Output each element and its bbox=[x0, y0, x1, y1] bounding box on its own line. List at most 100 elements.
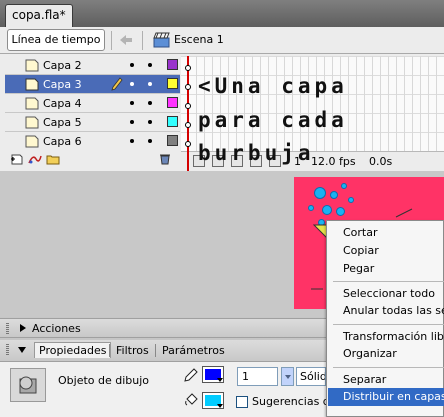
panel-grip[interactable] bbox=[6, 343, 9, 355]
stroke-hinting-checkbox[interactable] bbox=[236, 396, 248, 408]
back-arrow-icon[interactable] bbox=[117, 31, 135, 49]
collapse-arrow-icon[interactable] bbox=[18, 347, 26, 353]
glass-base-shape bbox=[311, 288, 323, 290]
visibility-dot[interactable] bbox=[130, 82, 134, 86]
menu-separator bbox=[333, 367, 444, 368]
playhead[interactable] bbox=[187, 56, 189, 171]
actions-panel-label[interactable]: Acciones bbox=[32, 322, 81, 335]
insert-layer-icon[interactable] bbox=[10, 153, 24, 165]
layer-page-icon bbox=[25, 59, 39, 72]
layer-list: Capa 2 Capa 3 Capa 4 Capa 5 Capa 6 bbox=[0, 56, 180, 151]
menu-item-anular-selecciones[interactable]: Anular todas las selecciones bbox=[328, 302, 444, 320]
document-tab[interactable]: copa.fla* bbox=[5, 4, 73, 27]
fill-bucket-icon bbox=[185, 393, 198, 406]
stroke-height-dropdown[interactable] bbox=[281, 367, 294, 386]
scene-clapperboard-icon bbox=[153, 32, 170, 48]
stroke-color-pencil-icon bbox=[184, 368, 198, 382]
drawing-object-thumbnail bbox=[10, 368, 46, 402]
frame-grid[interactable] bbox=[181, 56, 444, 151]
layer-row-capa-3[interactable]: Capa 3 bbox=[5, 75, 180, 94]
menu-item-distribuir-en-capas[interactable]: Distribuir en capas bbox=[328, 388, 444, 406]
stroke-height-input[interactable]: 1 bbox=[237, 367, 278, 386]
layer-name: Capa 4 bbox=[43, 97, 82, 110]
scene-label[interactable]: Escena 1 bbox=[174, 33, 224, 46]
menu-item-cortar[interactable]: Cortar bbox=[328, 224, 444, 242]
tab-divider bbox=[109, 344, 110, 357]
bubble[interactable] bbox=[322, 205, 332, 215]
tab-propiedades[interactable]: Propiedades bbox=[34, 342, 112, 358]
visibility-dot[interactable] bbox=[130, 139, 134, 143]
stroke-color-picker[interactable] bbox=[202, 366, 224, 383]
lock-dot[interactable] bbox=[148, 82, 152, 86]
menu-item-organizar[interactable]: Organizar bbox=[328, 345, 444, 363]
layer-page-icon bbox=[25, 135, 39, 148]
visibility-dot[interactable] bbox=[130, 101, 134, 105]
lock-dot[interactable] bbox=[148, 101, 152, 105]
bubble[interactable] bbox=[336, 207, 345, 216]
menu-item-separar[interactable]: Separar bbox=[328, 371, 444, 389]
annotation-line-1: <Una capa bbox=[198, 74, 348, 98]
menu-item-copiar[interactable]: Copiar bbox=[328, 242, 444, 260]
bubble[interactable] bbox=[330, 191, 338, 199]
pencil-icon bbox=[111, 77, 123, 91]
dropdown-arrow-icon bbox=[217, 378, 223, 382]
menu-item-seleccionar-todo[interactable]: Seleccionar todo bbox=[328, 285, 444, 303]
fill-color-picker[interactable] bbox=[202, 392, 224, 409]
actions-panel-bar[interactable]: Acciones bbox=[0, 318, 326, 338]
expand-arrow-icon[interactable] bbox=[20, 324, 26, 332]
toolbar-divider bbox=[142, 31, 143, 50]
layer-page-icon bbox=[25, 78, 39, 91]
timeline-toggle-button[interactable]: Línea de tiempo bbox=[7, 29, 105, 51]
layer-name: Capa 5 bbox=[43, 116, 82, 129]
menu-item-transformacion-libre[interactable]: Transformación libre bbox=[328, 328, 444, 346]
lock-dot[interactable] bbox=[148, 120, 152, 124]
properties-panel-bar: Propiedades Filtros Parámetros bbox=[0, 340, 326, 362]
elapsed-time-readout: 0.0s bbox=[369, 155, 393, 168]
frame-rate-readout: 12.0 fps bbox=[311, 155, 356, 168]
keyframe[interactable] bbox=[185, 122, 191, 128]
stroke-style-select[interactable]: Sólido bbox=[296, 367, 326, 386]
bubble[interactable] bbox=[348, 197, 354, 203]
layer-row-capa-5[interactable]: Capa 5 bbox=[5, 113, 180, 132]
menu-separator bbox=[333, 324, 444, 325]
visibility-dot[interactable] bbox=[130, 63, 134, 67]
lock-dot[interactable] bbox=[148, 139, 152, 143]
menu-separator bbox=[333, 281, 444, 282]
layer-name: Capa 3 bbox=[43, 78, 82, 91]
bubble[interactable] bbox=[341, 183, 347, 189]
outline-color-swatch[interactable] bbox=[167, 97, 178, 108]
outline-color-swatch[interactable] bbox=[167, 135, 178, 146]
object-type-label: Objeto de dibujo bbox=[58, 374, 150, 387]
document-tab-bar: copa.fla* bbox=[0, 0, 444, 27]
menu-item-pegar[interactable]: Pegar bbox=[328, 260, 444, 278]
properties-panel-body: Objeto de dibujo 1 Sólido Sugerencias de bbox=[0, 362, 337, 417]
glass-edge-shape bbox=[395, 208, 413, 218]
flash-window: copa.fla* Línea de tiempo Escena 1 Capa … bbox=[0, 0, 444, 417]
keyframe[interactable] bbox=[185, 65, 191, 71]
tab-parametros[interactable]: Parámetros bbox=[162, 344, 225, 357]
toolbar-divider bbox=[111, 31, 112, 50]
keyframe[interactable] bbox=[185, 141, 191, 147]
outline-color-swatch[interactable] bbox=[167, 78, 178, 89]
delete-layer-trash-icon[interactable] bbox=[158, 153, 172, 165]
panel-grip[interactable] bbox=[6, 322, 9, 334]
keyframe[interactable] bbox=[185, 103, 191, 109]
insert-motion-guide-icon[interactable] bbox=[28, 153, 42, 165]
keyframe[interactable] bbox=[185, 84, 191, 90]
layer-row-capa-4[interactable]: Capa 4 bbox=[5, 94, 180, 113]
bubble[interactable] bbox=[308, 205, 314, 211]
outline-color-swatch[interactable] bbox=[167, 59, 178, 70]
visibility-dot[interactable] bbox=[130, 120, 134, 124]
lock-dot[interactable] bbox=[148, 63, 152, 67]
layer-row-capa-2[interactable]: Capa 2 bbox=[5, 56, 180, 75]
stroke-hinting-label: Sugerencias de bbox=[252, 395, 337, 408]
layer-tools bbox=[0, 149, 180, 169]
annotation-line-3: burbuja bbox=[198, 141, 315, 165]
dropdown-arrow-icon bbox=[217, 404, 223, 408]
insert-layer-folder-icon[interactable] bbox=[46, 153, 60, 165]
bubble[interactable] bbox=[314, 187, 326, 199]
outline-color-swatch[interactable] bbox=[167, 116, 178, 127]
layer-page-icon bbox=[25, 116, 39, 129]
tab-filtros[interactable]: Filtros bbox=[116, 344, 149, 357]
drawing-object-icon bbox=[19, 376, 37, 394]
